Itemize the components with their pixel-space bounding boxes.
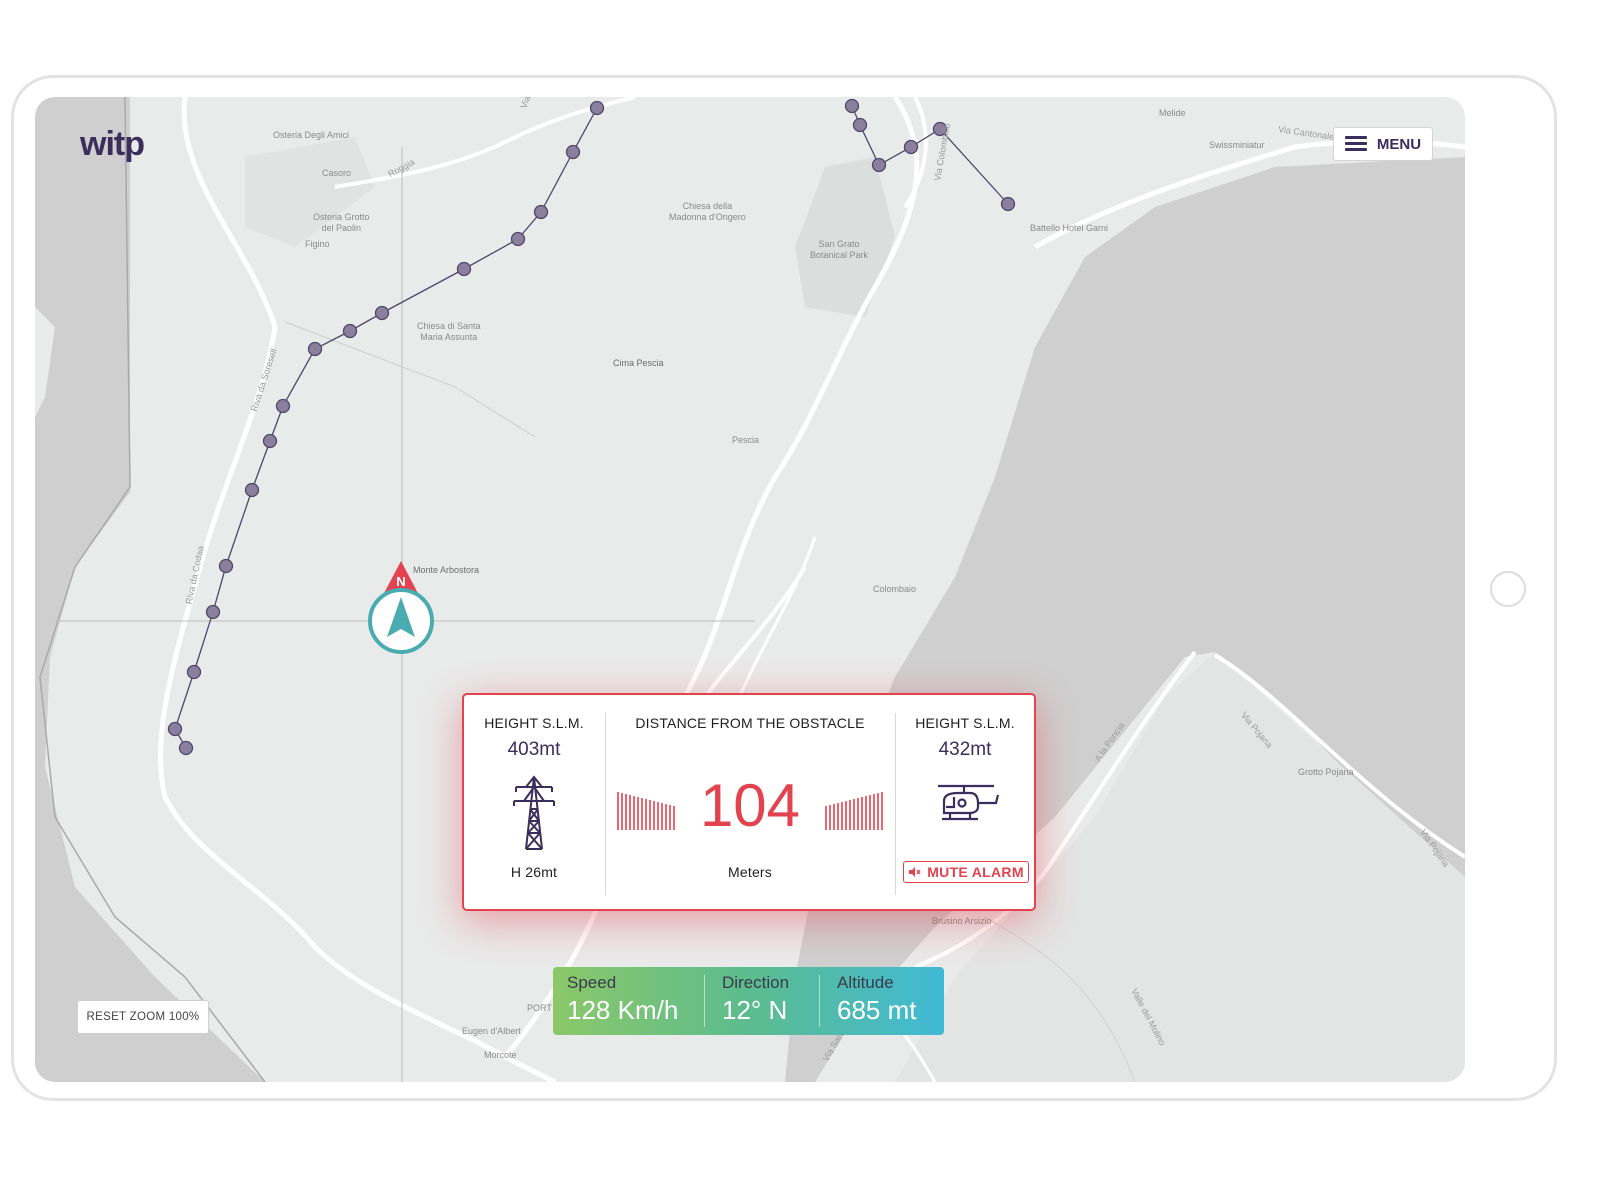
power-pylon-icon (513, 775, 555, 850)
mute-alarm-label: MUTE ALARM (927, 864, 1024, 880)
speed-value: 128 Km/h (567, 995, 679, 1025)
place-osteria-amici: Osteria Degli Amici (273, 130, 350, 140)
place-colombaio: Colombaio (873, 584, 917, 594)
north-label: N (396, 574, 406, 589)
place-cima-pescia: Cima Pescia (613, 358, 664, 368)
direction-value: 12° N (722, 995, 788, 1025)
flight-stats-bar: Speed 128 Km/h Direction 12° N Altitude … (553, 967, 944, 1035)
obstacle-alert-panel: HEIGHT S.L.M. 403mt H 26mt DISTANCE FROM… (462, 693, 1036, 911)
place-monte-arbostora: Monte Arbostora (413, 565, 480, 575)
aircraft-height-value: 432mt (938, 739, 992, 760)
altitude-value: 685 mt (837, 995, 917, 1025)
obstacle-height-value: 403mt (507, 739, 561, 760)
place-swissminiatur: Swissminiatur (1209, 140, 1265, 150)
distance-unit: Meters (728, 864, 772, 880)
obstacle-height-label: HEIGHT S.L.M. (484, 715, 584, 731)
logo-text-accent: p (124, 125, 145, 163)
place-port: PORT (527, 1003, 552, 1013)
place-grotto-pojana: Grotto Pojana (1298, 767, 1354, 777)
place-san-grato: San Grato Botanical Park (810, 239, 869, 260)
tablet-home-button[interactable] (1490, 571, 1526, 607)
place-melide: Melide (1159, 108, 1186, 118)
place-chiesa-madonna: Chiesa della Madonna d'Ongero (669, 201, 746, 222)
direction-label: Direction (722, 973, 790, 992)
place-casoro: Casoro (322, 168, 352, 178)
menu-button[interactable]: MENU (1333, 127, 1433, 161)
place-pescia: Pescia (732, 435, 760, 445)
place-figino: Figino (305, 239, 330, 249)
aircraft-column: HEIGHT S.L.M. 432mt MUTE ALARM (896, 695, 1034, 909)
map-base[interactable] (35, 97, 1465, 1082)
aircraft-height-label: HEIGHT S.L.M. (915, 715, 1015, 731)
place-eugen: Eugen d'Albert (462, 1026, 521, 1036)
speed-label: Speed (567, 973, 617, 992)
place-chiesa-santa-maria: Chiesa di Santa Maria Assunta (417, 321, 481, 342)
obstacle-own-height: H 26mt (510, 864, 558, 880)
place-morcote: Morcote (484, 1050, 517, 1060)
map-screen[interactable]: N Osteria Degli Amici Casoro Osteria Gro… (35, 97, 1465, 1082)
altitude-label: Altitude (837, 973, 894, 992)
proximity-bars-right-icon (825, 792, 883, 830)
obstacle-column: HEIGHT S.L.M. 403mt H 26mt (464, 695, 604, 909)
distance-label: DISTANCE FROM THE OBSTACLE (635, 715, 865, 731)
menu-label: MENU (1376, 135, 1422, 153)
reset-zoom-button[interactable]: RESET ZOOM 100% (77, 1000, 209, 1034)
helicopter-icon (938, 784, 1000, 821)
app-logo: witp (80, 125, 145, 164)
hamburger-icon (1344, 136, 1367, 152)
distance-column: DISTANCE FROM THE OBSTACLE 104 Meters (606, 695, 894, 909)
place-osteria-paolin: Osteria Grotto del Paolin (313, 212, 370, 233)
mute-alarm-button[interactable]: MUTE ALARM (903, 861, 1029, 883)
place-batello: Battello Hotel Garni (1030, 223, 1109, 233)
place-brusino: Brusino Arsizio (932, 916, 992, 926)
speaker-mute-icon (909, 867, 921, 877)
logo-text: wit (80, 125, 125, 163)
